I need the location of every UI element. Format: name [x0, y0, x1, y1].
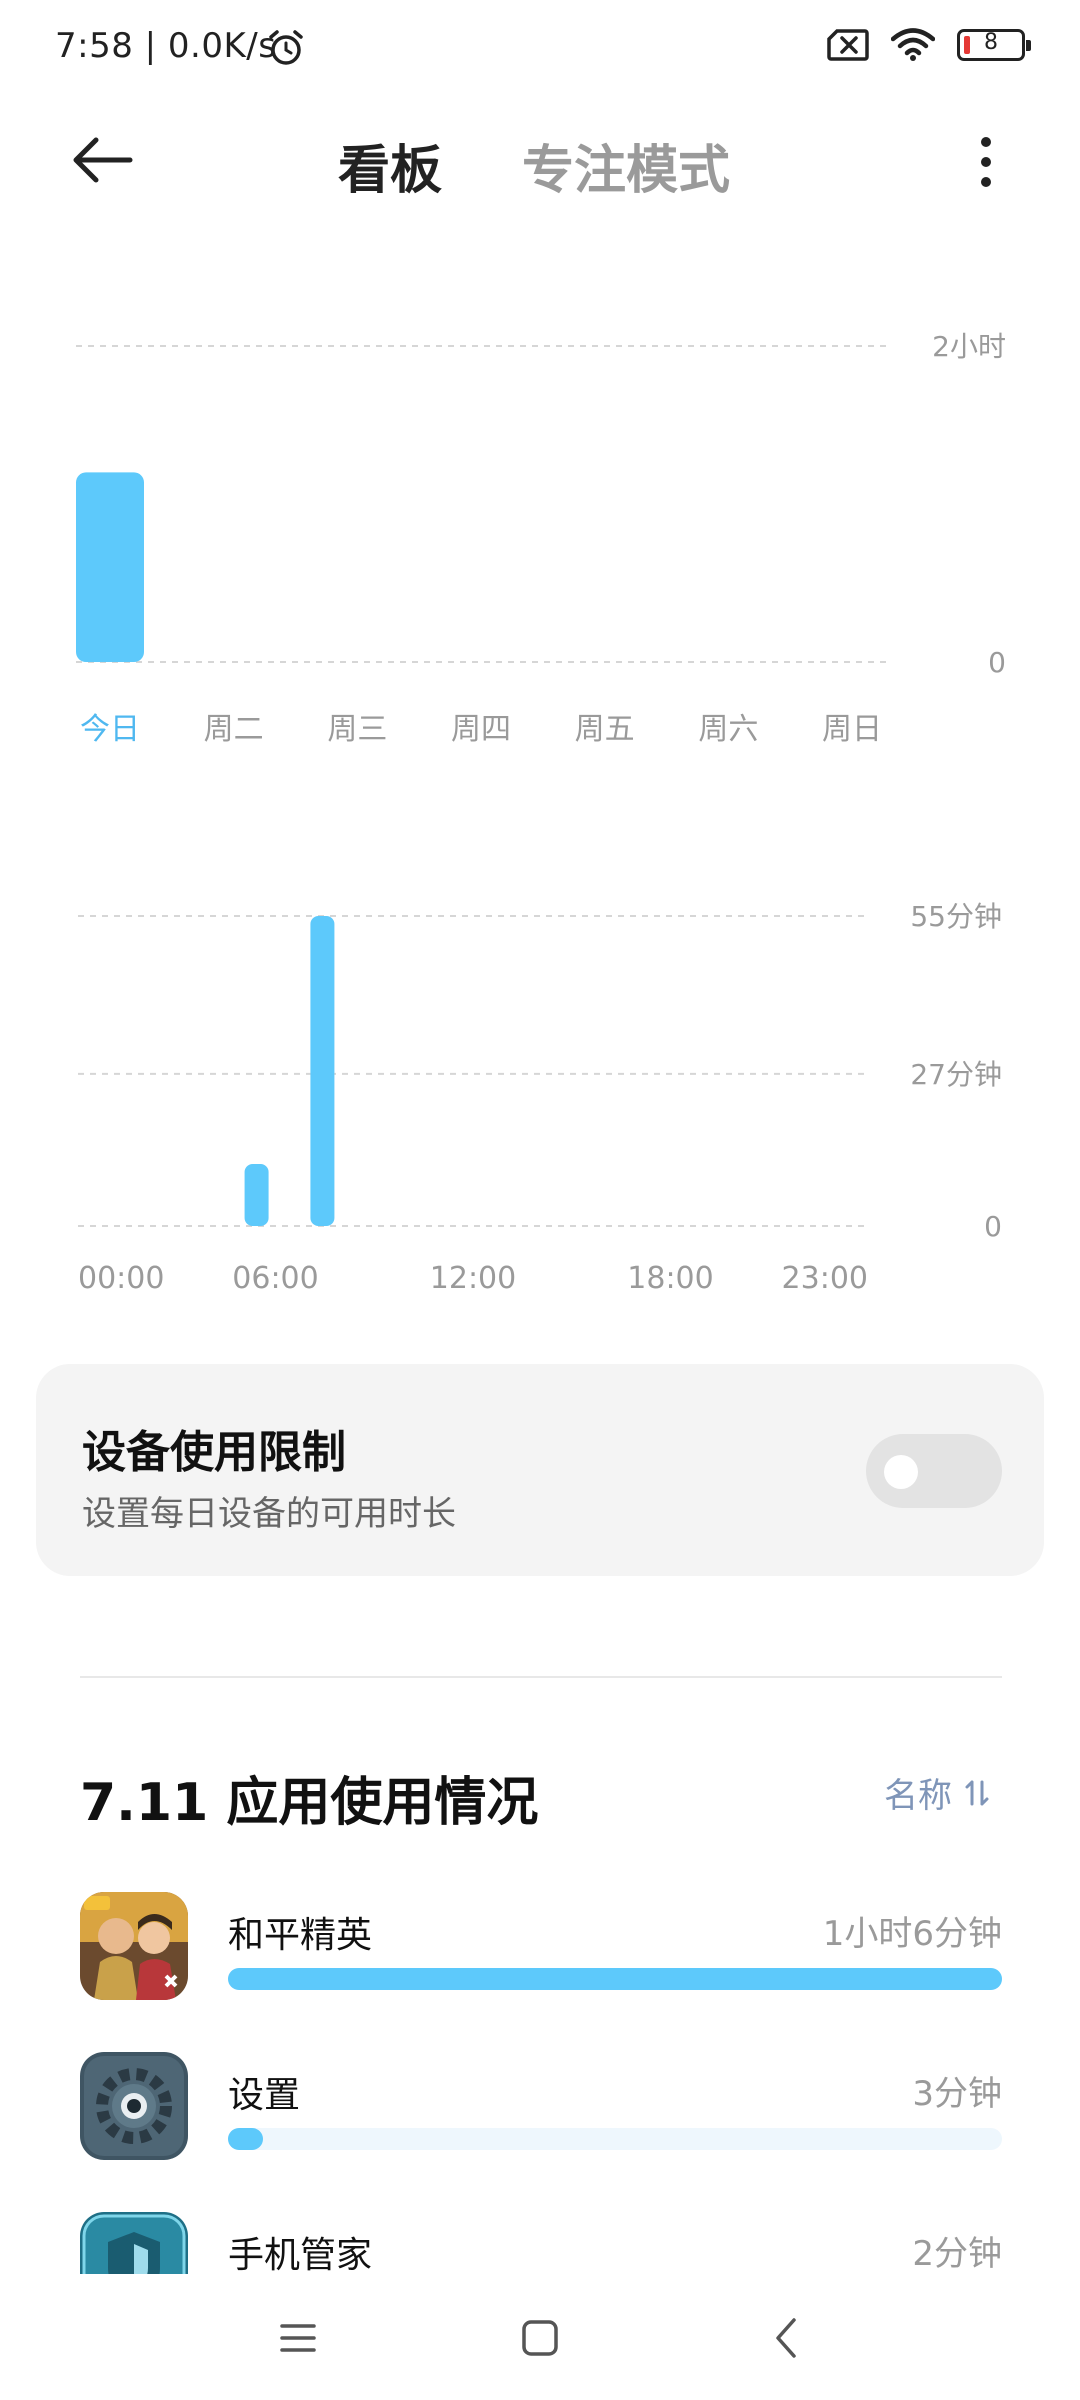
- status-icons: 8: [827, 28, 1031, 62]
- menu-icon[interactable]: [268, 2308, 328, 2368]
- app-time: 2分钟: [912, 2234, 1002, 2274]
- header: 看板 专注模式: [0, 110, 1080, 210]
- security-shield-icon: [80, 2212, 188, 2274]
- game-icon: [80, 1892, 188, 2000]
- usage-bar-track: [228, 2128, 1002, 2150]
- back-button[interactable]: [70, 132, 140, 188]
- app-time: 1小时6分钟: [822, 1914, 1002, 1954]
- device-limit-card[interactable]: 设备使用限制 设置每日设备的可用时长: [36, 1364, 1044, 1576]
- arrow-left-icon: [73, 137, 133, 183]
- status-time: 7:58 | 0.0K/s: [55, 26, 277, 66]
- sort-icon: [965, 1780, 989, 1805]
- home-icon[interactable]: [510, 2308, 570, 2368]
- status-bar: 7:58 | 0.0K/s 8: [0, 0, 1080, 100]
- limit-subtitle: 设置每日设备的可用时长: [82, 1494, 456, 1534]
- y-tick-label: 27分钟: [910, 1058, 1002, 1091]
- app-name: 手机管家: [228, 2235, 373, 2274]
- usage-bar-fill: [228, 1968, 1002, 1990]
- y-tick-label: 0: [984, 1210, 1002, 1243]
- sort-button[interactable]: 名称: [884, 1768, 990, 1817]
- usage-bar-track: [228, 1968, 1002, 1990]
- weekday-label[interactable]: 周五: [575, 704, 635, 748]
- tab-dashboard[interactable]: 看板: [338, 128, 442, 203]
- app-row[interactable]: 手机管家 2分钟: [80, 2212, 1002, 2274]
- weekday-label[interactable]: 周日: [822, 704, 882, 748]
- weekly-chart-svg: 2小时 0: [76, 330, 1006, 679]
- alarm-icon: [269, 30, 303, 65]
- back-icon[interactable]: [758, 2308, 818, 2368]
- x-tick-label: 12:00: [430, 1261, 516, 1296]
- no-sim-icon: [827, 29, 869, 61]
- weekly-usage-chart: 2小时 0 今日 周二 周三 周四 周五 周六 周日: [0, 300, 1080, 760]
- limit-toggle[interactable]: [866, 1434, 1002, 1508]
- battery-text: 8: [984, 30, 998, 55]
- weekday-label[interactable]: 周三: [327, 704, 387, 748]
- x-tick-label: 06:00: [232, 1261, 318, 1296]
- x-tick-label: 00:00: [78, 1261, 164, 1296]
- usage-bar-fill: [228, 2128, 263, 2150]
- bar: [244, 1164, 269, 1226]
- app-usage-list: 和平精英 1小时6分钟 设置 3分钟 手机管家 2分钟: [0, 1880, 1080, 2274]
- limit-title: 设备使用限制: [82, 1427, 346, 1478]
- x-tick-label: 23:00: [782, 1261, 868, 1296]
- weekday-label[interactable]: 周六: [698, 704, 758, 748]
- battery-icon: 8: [957, 29, 1031, 61]
- usage-title: 7.11 应用使用情况: [80, 1773, 539, 1833]
- app-row[interactable]: 和平精英 1小时6分钟: [80, 1892, 1002, 2012]
- x-tick-label: 18:00: [627, 1261, 713, 1296]
- tab-focus-mode[interactable]: 专注模式: [522, 128, 730, 203]
- weekday-labels: 今日 周二 周三 周四 周五 周六 周日: [0, 700, 1080, 750]
- y-tick-label: 2小时: [932, 330, 1006, 363]
- weekday-label[interactable]: 今日: [80, 704, 140, 748]
- divider: [80, 1676, 1002, 1678]
- y-tick-label: 0: [988, 646, 1006, 679]
- weekday-label[interactable]: 周二: [204, 704, 264, 748]
- hourly-chart-svg: 55分钟 27分钟 0 00:00 06:00 12:00 18:00 23:00: [78, 900, 1002, 1296]
- app-time: 3分钟: [912, 2074, 1002, 2114]
- bar: [310, 916, 335, 1226]
- settings-gear-icon: [80, 2052, 188, 2160]
- sort-label: 名称: [884, 1776, 952, 1816]
- app-row[interactable]: 设置 3分钟: [80, 2052, 1002, 2172]
- y-tick-label: 55分钟: [910, 900, 1002, 933]
- screen: 7:58 | 0.0K/s 8 看板 专注模式 2小时 0 今日 周二 周三 周…: [0, 0, 1080, 2400]
- bar: [76, 472, 144, 662]
- wifi-icon: [891, 28, 935, 61]
- navigation-bar: [0, 2274, 1080, 2400]
- app-name: 和平精英: [228, 1915, 373, 1956]
- hourly-usage-chart: 55分钟 27分钟 0 00:00 06:00 12:00 18:00 23:00: [0, 880, 1080, 1320]
- more-vertical-icon[interactable]: [966, 132, 1006, 192]
- weekday-label[interactable]: 周四: [451, 704, 511, 748]
- app-name: 设置: [228, 2075, 301, 2116]
- toggle-knob: [884, 1455, 918, 1489]
